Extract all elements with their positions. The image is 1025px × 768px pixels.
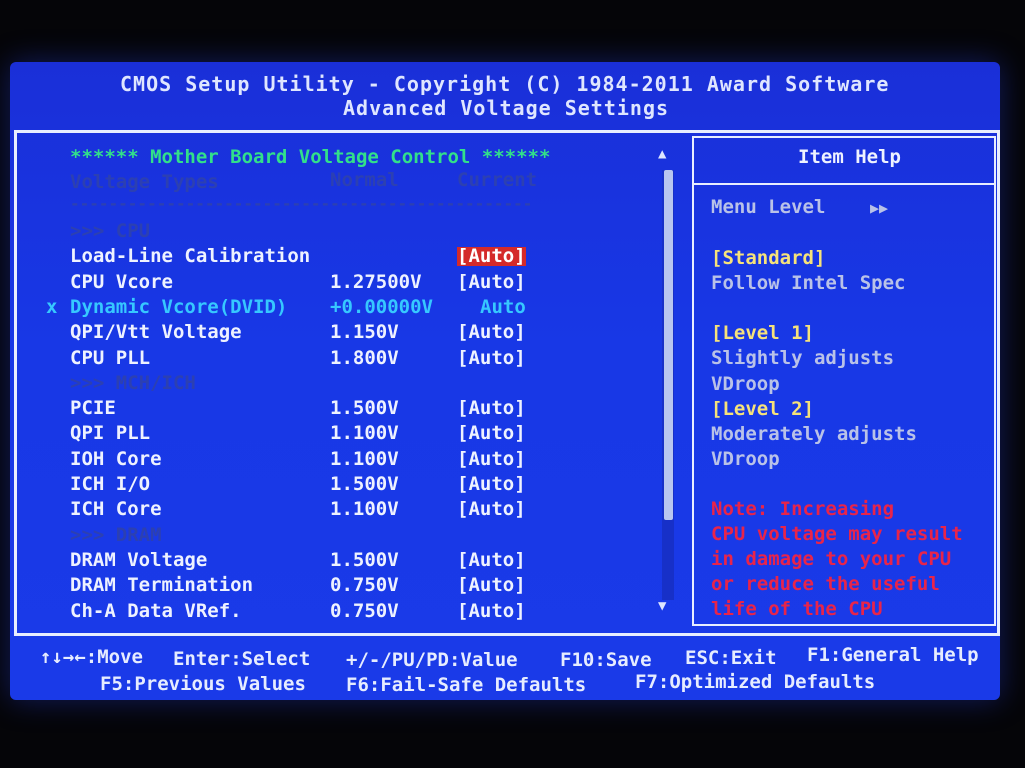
current-value: Auto — [480, 295, 526, 318]
help-line: Slightly adjusts — [711, 347, 895, 370]
current-value[interactable]: [Auto] — [457, 475, 526, 494]
column-header-normal: Normal — [330, 169, 399, 191]
normal-value: 1.800V — [330, 346, 399, 369]
footer-save: F10:Save — [560, 649, 652, 671]
voltage-row[interactable]: Load-Line Calibration [Auto] — [70, 247, 630, 271]
current-value[interactable]: [Auto] — [457, 449, 526, 469]
menu-level-label: Menu Level — [711, 196, 826, 218]
help-option: [Level 1] — [711, 322, 814, 345]
footer-exit: ESC:Exit — [685, 647, 777, 669]
bios-screen: CMOS Setup Utility - Copyright (C) 1984-… — [10, 62, 1000, 700]
help-line: VDroop — [711, 372, 780, 395]
help-line: VDroop — [711, 447, 780, 470]
setting-name: Dynamic Vcore(DVID) — [70, 295, 288, 318]
help-option: [Level 2] — [711, 397, 814, 420]
help-divider — [694, 183, 994, 185]
menu-level-arrows-icon: ▶▶ — [870, 199, 889, 217]
footer-optimized-defaults: F7:Optimized Defaults — [635, 671, 876, 693]
voltage-row: x Dynamic Vcore(DVID) +0.00000V Auto — [46, 295, 630, 322]
voltage-row[interactable]: IOH Core 1.100V [Auto] — [70, 447, 630, 474]
warning-line: CPU voltage may result — [711, 523, 963, 546]
voltage-row[interactable]: ICH Core 1.100V [Auto] — [70, 500, 630, 524]
group-header: >>> CPU — [70, 222, 630, 246]
normal-value: 1.500V — [330, 473, 399, 495]
voltage-row[interactable]: DRAM Termination 0.750V [Auto] — [70, 576, 630, 600]
voltage-row[interactable]: CPU PLL 1.800V [Auto] — [70, 346, 630, 373]
group-header: >>> DRAM — [70, 523, 630, 550]
help-line: Moderately adjusts — [711, 422, 917, 445]
setting-name: DRAM Termination — [70, 574, 254, 597]
app-title: CMOS Setup Utility - Copyright (C) 1984-… — [120, 72, 890, 96]
current-value[interactable]: [Auto] — [457, 601, 526, 621]
voltage-row[interactable]: DRAM Voltage 1.500V [Auto] — [70, 548, 630, 575]
help-option: [Standard] — [711, 247, 826, 269]
page-title: Advanced Voltage Settings — [343, 96, 670, 120]
voltage-row[interactable]: Ch-A Data VRef. 0.750V [Auto] — [70, 599, 630, 626]
voltage-row[interactable]: CPU Vcore 1.27500V [Auto] — [70, 270, 630, 297]
warning-line: life of the CPU — [711, 598, 883, 621]
footer-failsafe-defaults: F6:Fail-Safe Defaults — [346, 674, 587, 696]
normal-value: +0.00000V — [330, 295, 433, 318]
footer-select: Enter:Select — [173, 648, 311, 670]
setting-name: CPU PLL — [70, 346, 151, 369]
normal-value: 1.27500V — [330, 270, 422, 293]
current-value[interactable]: [Auto] — [457, 272, 526, 292]
footer-help: F1:General Help — [807, 644, 979, 666]
normal-value: 0.750V — [330, 599, 399, 622]
setting-name: DRAM Voltage — [70, 548, 208, 571]
group-label: >>> CPU — [70, 220, 151, 242]
current-value[interactable]: [Auto] — [457, 424, 526, 443]
normal-value: 0.750V — [330, 574, 399, 597]
setting-name: ICH I/O — [70, 473, 151, 495]
setting-name: Load-Line Calibration — [70, 245, 311, 268]
voltage-row[interactable]: QPI PLL 1.100V [Auto] — [70, 424, 630, 448]
normal-value: 1.500V — [330, 397, 399, 420]
setting-name: QPI/Vtt Voltage — [70, 321, 242, 344]
normal-value: 1.150V — [330, 321, 399, 344]
setting-name: ICH Core — [70, 498, 162, 521]
setting-name: Ch-A Data VRef. — [70, 599, 242, 622]
footer-previous-values: F5:Previous Values — [100, 673, 306, 695]
setting-name: QPI PLL — [70, 422, 151, 445]
setting-name: IOH Core — [70, 447, 162, 470]
setting-name: CPU Vcore — [70, 270, 173, 293]
column-header-types: Voltage Types — [70, 171, 219, 193]
warning-line: in damage to your CPU — [711, 548, 952, 571]
normal-value: 1.500V — [330, 548, 399, 571]
column-header-current: Current — [457, 169, 538, 191]
help-title: Item Help — [798, 146, 901, 168]
group-label: >>> MCH/ICH — [70, 371, 196, 394]
voltage-row[interactable]: ICH I/O 1.500V [Auto] — [70, 475, 630, 499]
warning-line: or reduce the useful — [711, 573, 940, 596]
section-title: ****** Mother Board Voltage Control ****… — [70, 146, 551, 168]
help-line: Follow Intel Spec — [711, 272, 906, 295]
current-value[interactable]: [Auto] — [457, 348, 526, 368]
current-value-selected[interactable]: [Auto] — [457, 247, 526, 267]
current-value[interactable]: [Auto] — [457, 576, 526, 595]
group-header: >>> MCH/ICH — [70, 371, 630, 398]
scrollbar-thumb[interactable] — [664, 170, 673, 520]
footer-move: ↑↓→←:Move — [40, 646, 143, 668]
header-divider: ----------------------------------------… — [70, 194, 533, 213]
footer-value: +/-/PU/PD:Value — [346, 649, 518, 671]
scroll-up-icon[interactable]: ▲ — [658, 146, 666, 162]
setting-name: PCIE — [70, 397, 116, 420]
scroll-down-icon[interactable]: ▼ — [658, 598, 666, 614]
normal-value: 1.100V — [330, 447, 399, 470]
voltage-row[interactable]: QPI/Vtt Voltage 1.150V [Auto] — [70, 323, 630, 347]
current-value[interactable]: [Auto] — [457, 500, 526, 519]
disabled-marker-icon: x — [46, 295, 58, 318]
current-value[interactable]: [Auto] — [457, 399, 526, 418]
warning-line: Note: Increasing — [711, 498, 895, 520]
current-value[interactable]: [Auto] — [457, 550, 526, 570]
group-label: >>> DRAM — [70, 523, 162, 546]
current-value[interactable]: [Auto] — [457, 323, 526, 342]
normal-value: 1.100V — [330, 422, 399, 445]
normal-value: 1.100V — [330, 498, 399, 521]
voltage-row[interactable]: PCIE 1.500V [Auto] — [70, 399, 630, 423]
